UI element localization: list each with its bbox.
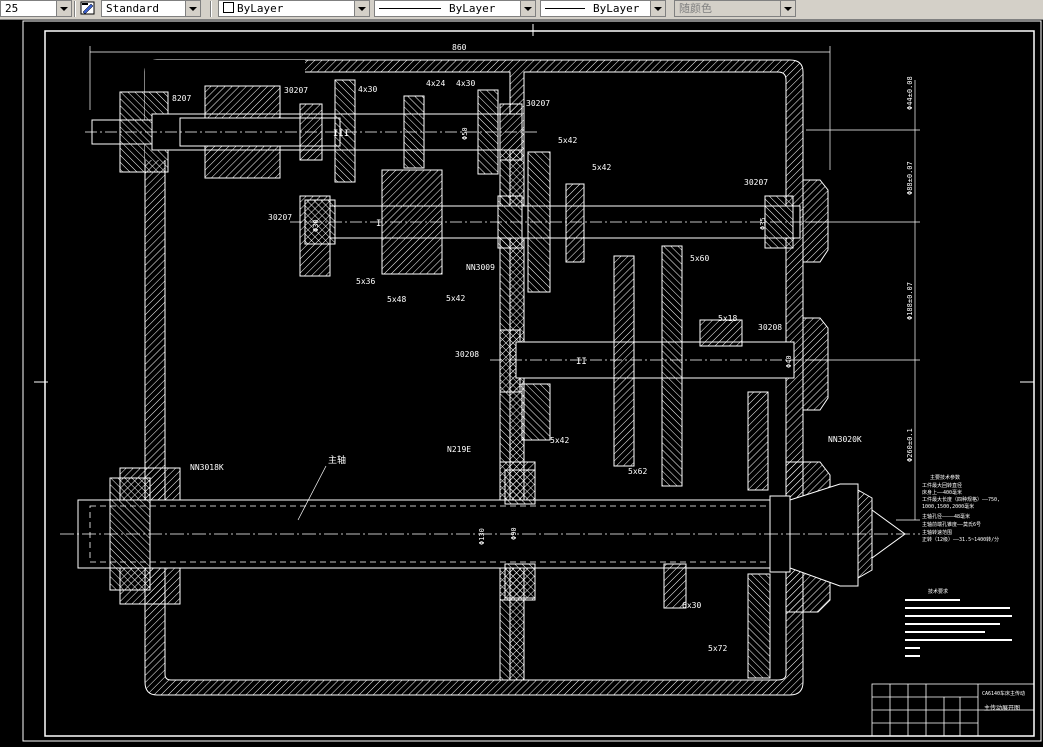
label-text: 30207 [268, 213, 292, 222]
label-text: 8207 [172, 94, 191, 103]
chevron-down-icon [780, 1, 795, 16]
label-text: 30207 [744, 178, 768, 187]
color-swatch-icon [223, 2, 234, 13]
scale-value: 25 [5, 2, 19, 15]
note-line: 主轴转速范围 [922, 529, 952, 536]
main-shaft-label: 主轴 [328, 454, 346, 466]
label-text: NN3020K [828, 435, 862, 444]
label-text: Φ35 [759, 217, 767, 230]
dim-label: Φ188±0.07 [906, 282, 914, 320]
note-line: 1000,1500,2000毫米 [922, 503, 974, 510]
linetype-value: ByLayer [449, 2, 496, 15]
plot-style-combo: 随颜色 [674, 0, 796, 17]
tech-notes: 主要技术参数 工件最大回转直径 床身上——400毫米 工件最大长度（四种规格）—… [922, 474, 1000, 543]
label-text: Φ90 [510, 527, 518, 540]
label-text: 5x60 [690, 254, 709, 263]
dim-label: Φ44±0.08 [906, 76, 914, 110]
chevron-down-icon[interactable] [185, 1, 200, 16]
label-text: 5x18 [718, 314, 737, 323]
label-text: NN3009 [466, 263, 495, 272]
chevron-down-icon[interactable] [650, 1, 665, 16]
label-text: 30208 [758, 323, 782, 332]
label-text: 4x30 [358, 85, 377, 94]
properties-toolbar: 25 Standard ByLayer ByLayer ByLayer 随颜色 [0, 0, 1043, 20]
label-text: 4x30 [456, 79, 475, 88]
label-text: 5x42 [446, 294, 465, 303]
label-text: Φ30 [312, 219, 320, 232]
note-line: 主轴前端孔锥度——莫氏6号 [922, 521, 981, 528]
note-line: 工件最大回转直径 [922, 482, 962, 489]
note-line: 主要技术参数 [930, 474, 960, 481]
label-text: 6x30 [682, 601, 701, 610]
label-text: Φ40 [785, 355, 793, 368]
label-text: NN3018K [190, 463, 224, 472]
dim-width-label: 860 [452, 43, 467, 52]
linetype-sample-icon [379, 8, 441, 9]
label-text: 5x42 [558, 136, 577, 145]
label-text: 5x42 [592, 163, 611, 172]
toolbar-divider [74, 1, 76, 17]
title-block-school: CA6140车床主传动 [982, 690, 1025, 697]
label-text: 4x24 [426, 79, 445, 88]
text-style-value: Standard [106, 2, 159, 15]
tech-requirements: 技术要求 [905, 588, 1012, 657]
title-block-name: 主传动展开图 [984, 704, 1020, 712]
label-text: 30207 [284, 86, 308, 95]
note-line: 主轴孔径————48毫米 [922, 513, 970, 520]
note-line: 床身上——400毫米 [922, 489, 962, 496]
label-text: III [333, 129, 349, 139]
label-text: 5x62 [628, 467, 647, 476]
chevron-down-icon[interactable] [56, 1, 71, 16]
note-line: 工件最大长度（四种规格）——750, [922, 496, 1000, 503]
text-style-combo[interactable]: Standard [101, 0, 201, 17]
dim-label: Φ88±0.07 [906, 161, 914, 195]
label-text: Φ50 [461, 127, 469, 140]
requirements-title: 技术要求 [928, 588, 948, 595]
plot-style-value: 随颜色 [679, 2, 712, 15]
label-text: I [376, 219, 381, 229]
color-control-combo[interactable]: ByLayer [218, 0, 370, 17]
note-line: 正转（12级）——31.5~1400转/分 [922, 536, 999, 543]
linetype-combo[interactable]: ByLayer [374, 0, 536, 17]
scale-combo[interactable]: 25 [0, 0, 72, 17]
label-text: 5x48 [387, 295, 406, 304]
lineweight-combo[interactable]: ByLayer [540, 0, 666, 17]
lineweight-sample-icon [545, 8, 585, 9]
label-text: 5x72 [708, 644, 727, 653]
label-text: 5x36 [356, 277, 375, 286]
label-text: 30207 [526, 99, 550, 108]
label-text: II [576, 357, 587, 367]
label-text: N219E [447, 445, 471, 454]
chevron-down-icon[interactable] [354, 1, 369, 16]
text-style-icon[interactable] [80, 1, 97, 16]
label-text: 30208 [455, 350, 479, 359]
chevron-down-icon[interactable] [520, 1, 535, 16]
toolbar-divider [210, 1, 212, 17]
label-text: 5x42 [550, 436, 569, 445]
label-text: Φ130 [478, 528, 486, 545]
dim-label: Φ260±0.1 [906, 428, 914, 462]
lineweight-value: ByLayer [593, 2, 640, 15]
color-value: ByLayer [237, 2, 284, 15]
drawing-canvas[interactable]: 860 Φ44±0.08 Φ88±0.07 Φ188±0.07 Φ260±0.1… [0, 19, 1043, 747]
